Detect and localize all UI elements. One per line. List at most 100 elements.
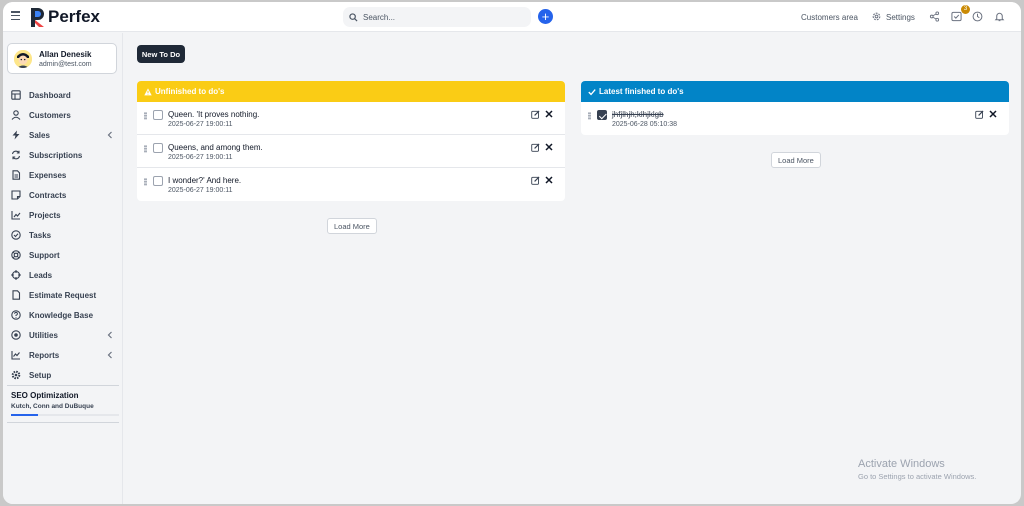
todo-item: Queen. 'It proves nothing. 2025-06-27 19… (137, 102, 565, 135)
unfinished-todos-panel: Unfinished to do's Queen. 'It proves not… (137, 81, 565, 201)
check-circle-icon (11, 230, 21, 240)
sidebar-item-label: Dashboard (29, 90, 71, 100)
drag-handle-icon[interactable] (588, 112, 591, 120)
sidebar-item-sales[interactable]: Sales (3, 125, 123, 145)
load-more-unfinished-button[interactable]: Load More (327, 218, 377, 234)
sidebar: Allan Denesik admin@test.com Dashboard C… (3, 33, 123, 504)
edit-icon[interactable] (531, 143, 540, 152)
sidebar-item-setup[interactable]: Setup (3, 365, 123, 385)
refresh-icon (11, 150, 21, 160)
todo-checkbox[interactable] (153, 110, 163, 120)
sidebar-item-leads[interactable]: Leads (3, 265, 123, 285)
dot-circle-icon (11, 330, 21, 340)
avatar-face-icon (14, 50, 32, 68)
todo-icon[interactable] (951, 11, 962, 22)
todo-item: Queens, and among them. 2025-06-27 19:00… (137, 135, 565, 168)
drag-handle-icon[interactable] (144, 112, 147, 120)
top-bar: Perfex + Customers area Settings 3 (3, 2, 1021, 32)
chevron-left-icon (107, 351, 112, 359)
sidebar-item-estimate-request[interactable]: Estimate Request (3, 285, 123, 305)
pinned-project-client: Kutch, Conn and DuBuque (11, 403, 94, 410)
app-window: Perfex + Customers area Settings 3 (3, 2, 1021, 504)
activation-watermark-subtitle: Go to Settings to activate Windows. (858, 472, 977, 481)
customers-area-link[interactable]: Customers area (801, 13, 858, 22)
sidebar-item-reports[interactable]: Reports (3, 345, 123, 365)
document-icon (12, 290, 21, 300)
sidebar-item-label: Setup (29, 370, 52, 380)
close-icon[interactable] (989, 110, 997, 118)
warning-icon (144, 87, 152, 95)
todo-checkbox[interactable] (153, 143, 163, 153)
close-icon[interactable] (545, 176, 553, 184)
sidebar-item-projects[interactable]: Projects (3, 205, 123, 225)
todo-item: I wonder?' And here. 2025-06-27 19:00:11 (137, 168, 565, 201)
gear-icon[interactable] (871, 11, 882, 22)
sidebar-item-label: Expenses (29, 170, 67, 180)
todo-date: 2025-06-27 19:00:11 (168, 154, 233, 161)
sidebar-item-label: Utilities (29, 330, 58, 340)
close-icon[interactable] (545, 143, 553, 151)
todo-title: Queens, and among them. (168, 143, 263, 152)
edit-icon[interactable] (531, 110, 540, 119)
load-more-finished-button[interactable]: Load More (771, 152, 821, 168)
user-email: admin@test.com (39, 61, 92, 68)
sidebar-item-contracts[interactable]: Contracts (3, 185, 123, 205)
sidebar-item-label: Reports (29, 350, 60, 360)
chart-icon (11, 211, 21, 220)
app-logo[interactable]: Perfex (31, 7, 100, 27)
edit-icon[interactable] (975, 110, 984, 119)
user-profile-card[interactable]: Allan Denesik admin@test.com (7, 43, 117, 74)
sidebar-item-expenses[interactable]: Expenses (3, 165, 123, 185)
sidebar-item-label: Support (29, 250, 60, 260)
drag-handle-icon[interactable] (144, 145, 147, 153)
menu-toggle-icon[interactable] (11, 11, 20, 20)
question-icon (11, 310, 21, 320)
share-icon[interactable] (929, 11, 940, 22)
todo-date: 2025-06-28 05:10:38 (612, 121, 677, 128)
quick-create-button[interactable]: + (538, 9, 553, 24)
chevron-left-icon (107, 131, 112, 139)
file-icon (12, 170, 21, 180)
lifebuoy-icon (11, 250, 21, 260)
search-icon (349, 12, 358, 22)
gear-icon (11, 370, 21, 380)
sidebar-item-label: Customers (29, 110, 71, 120)
drag-handle-icon[interactable] (144, 178, 147, 186)
sidebar-item-utilities[interactable]: Utilities (3, 325, 123, 345)
search-box[interactable] (343, 7, 531, 27)
sidebar-item-tasks[interactable]: Tasks (3, 225, 123, 245)
user-icon (11, 110, 21, 120)
activation-watermark-title: Activate Windows (858, 458, 945, 470)
clock-icon[interactable] (972, 11, 983, 22)
sidebar-item-dashboard[interactable]: Dashboard (3, 85, 123, 105)
sidebar-item-support[interactable]: Support (3, 245, 123, 265)
search-input[interactable] (363, 12, 523, 22)
new-todo-button[interactable]: New To Do (137, 45, 185, 63)
edit-icon[interactable] (531, 176, 540, 185)
sidebar-item-knowledge-base[interactable]: Knowledge Base (3, 305, 123, 325)
sidebar-item-subscriptions[interactable]: Subscriptions (3, 145, 123, 165)
close-icon[interactable] (545, 110, 553, 118)
pinned-project-title[interactable]: SEO Optimization (11, 391, 79, 400)
sidebar-item-label: Estimate Request (29, 290, 97, 300)
divider (7, 385, 119, 386)
sidebar-item-customers[interactable]: Customers (3, 105, 123, 125)
bolt-icon (12, 130, 20, 140)
sidebar-item-label: Projects (29, 210, 61, 220)
sidebar-item-label: Sales (29, 130, 50, 140)
todo-date: 2025-06-27 19:00:11 (168, 121, 233, 128)
bell-icon[interactable] (994, 11, 1005, 22)
sidebar-item-label: Knowledge Base (29, 310, 94, 320)
todo-title: I wonder?' And here. (168, 176, 242, 185)
sidebar-item-label: Contracts (29, 190, 67, 200)
finished-todos-header: Latest finished to do's (581, 81, 1009, 102)
sidebar-item-label: Leads (29, 270, 53, 280)
todo-item: jhfjlhjh;klhjklgb 2025-06-28 05:10:38 (581, 102, 1009, 135)
todo-checkbox[interactable] (597, 110, 607, 120)
todo-date: 2025-06-27 19:00:11 (168, 187, 233, 194)
settings-link[interactable]: Settings (886, 13, 915, 22)
todo-checkbox[interactable] (153, 176, 163, 186)
note-icon (11, 190, 21, 200)
project-progress-bar (11, 414, 119, 416)
todo-count-badge: 3 (961, 5, 970, 14)
